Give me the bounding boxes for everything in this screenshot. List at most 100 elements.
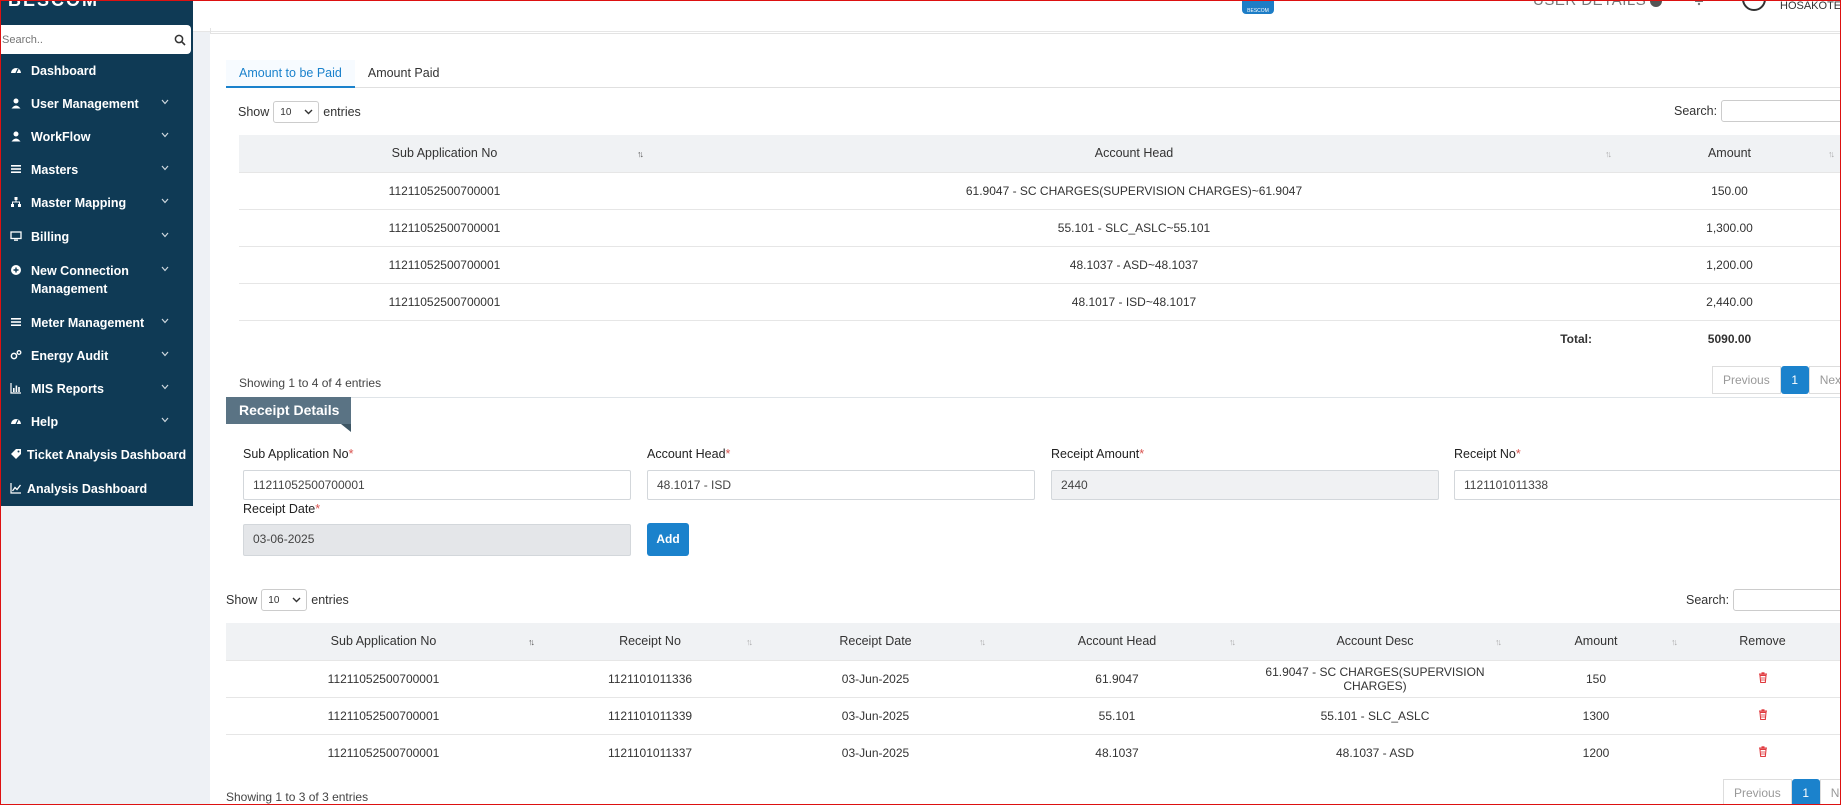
col-sub-application-no[interactable]: Sub Application No ↑↓ xyxy=(239,135,650,172)
sidebar-item-label: MIS Reports xyxy=(31,382,104,396)
sort-icon: ↑↓ xyxy=(1605,149,1612,159)
table1-pagination: Previous 1 Next xyxy=(1712,366,1841,394)
tab-amount-to-be-paid[interactable]: Amount to be Paid xyxy=(226,60,355,88)
previous-button[interactable]: Previous xyxy=(1723,779,1792,805)
receipt-no-label: Receipt No* xyxy=(1454,447,1521,461)
sidebar-item-master-mapping[interactable]: Master Mapping xyxy=(0,194,193,212)
col-account-head[interactable]: Account Head ↑↓ xyxy=(992,623,1242,660)
sidebar-item-user-management[interactable]: User Management xyxy=(0,95,193,113)
sidebar-item-masters[interactable]: Masters xyxy=(0,161,193,179)
cell-account-head: 61.9047 - SC CHARGES(SUPERVISION CHARGES… xyxy=(650,171,1618,209)
trash-icon[interactable] xyxy=(1758,746,1768,757)
cell-receipt-no: 1121101011337 xyxy=(541,733,759,771)
sidebar-item-help[interactable]: Help xyxy=(0,413,193,431)
sidebar-item-billing[interactable]: Billing xyxy=(0,228,193,246)
cell-account-desc: 48.1037 - ASD xyxy=(1242,733,1508,771)
sub-app-label: Sub Application No* xyxy=(243,447,354,461)
cell-account-head: 48.1037 xyxy=(992,733,1242,771)
col-amount[interactable]: Amount ↑↓ xyxy=(1508,623,1684,660)
cell-receipt-no: 1121101011339 xyxy=(541,696,759,734)
remove-cell xyxy=(1684,733,1841,771)
payment-tabs: Amount to be Paid Amount Paid xyxy=(226,60,1841,88)
logo-text: BESCOM xyxy=(1247,8,1269,14)
sidebar-item-analysis-dashboard[interactable]: Analysis Dashboard xyxy=(0,480,193,498)
previous-button[interactable]: Previous xyxy=(1712,366,1781,394)
col-account-desc[interactable]: Account Desc ↑↓ xyxy=(1242,623,1508,660)
sidebar-item-label: Billing xyxy=(31,230,70,244)
table2-search-input[interactable] xyxy=(1733,589,1841,611)
receipt-amount-field[interactable]: 2440 xyxy=(1051,470,1439,500)
col-receipt-date[interactable]: Receipt Date ↑↓ xyxy=(759,623,992,660)
chevron-down-icon xyxy=(161,132,171,138)
required-mark: * xyxy=(315,502,321,516)
sidebar-search[interactable] xyxy=(0,25,191,54)
search-icon[interactable] xyxy=(169,29,191,51)
col-receipt-no[interactable]: Receipt No ↑↓ xyxy=(541,623,759,660)
receipts-table: Sub Application No ↑↓ Receipt No ↑↓ Receip… xyxy=(226,623,1841,771)
sidebar-item-energy-audit[interactable]: Energy Audit xyxy=(0,347,193,365)
sidebar-item-ticket-analysis-dashboard[interactable]: Ticket Analysis Dashboard xyxy=(0,446,193,464)
page-1-button[interactable]: 1 xyxy=(1791,779,1820,805)
tag-icon xyxy=(9,447,23,461)
location-label: HOSAKOTE xyxy=(1780,0,1841,12)
receipt-date-field[interactable]: 03-06-2025 xyxy=(243,524,631,556)
receipt-no-field[interactable]: 1121101011338 xyxy=(1454,470,1841,500)
add-button[interactable]: Add xyxy=(647,523,689,556)
sidebar-item-meter-management[interactable]: Meter Management xyxy=(0,314,193,332)
label-text: Receipt No xyxy=(1454,447,1516,461)
page-1-button[interactable]: 1 xyxy=(1780,366,1809,394)
table1-search-input[interactable] xyxy=(1721,100,1841,122)
sidebar-item-label: New Connection Management xyxy=(31,264,129,296)
table-row: 11211052500700001 48.1017 - ISD~48.1017 2,… xyxy=(239,282,1841,320)
section-divider xyxy=(226,397,1841,398)
bar-chart-icon xyxy=(9,381,23,395)
cell-sub-application-no: 11211052500700001 xyxy=(239,245,650,283)
trash-icon[interactable] xyxy=(1758,671,1768,683)
account-head-field[interactable]: 48.1017 - ISD xyxy=(647,470,1035,500)
table2-pagination: Previous 1 Next xyxy=(1723,779,1841,805)
cell-sub-application-no: 11211052500700001 xyxy=(226,696,541,734)
sidebar-search-input[interactable] xyxy=(0,25,169,54)
trash-icon[interactable] xyxy=(1758,708,1768,720)
tab-amount-paid[interactable]: Amount Paid xyxy=(355,60,453,88)
user-details-menu[interactable]: USER DETAILS xyxy=(1533,0,1663,9)
line-chart-icon xyxy=(9,481,23,495)
table1-info: Showing 1 to 4 of 4 entries xyxy=(239,376,382,390)
bell-icon[interactable] xyxy=(1693,0,1705,6)
sort-icon: ↑↓ xyxy=(1828,149,1835,159)
sitemap-icon xyxy=(9,195,23,209)
sidebar: BESCOM Dashboard User Management WorkFlow M… xyxy=(0,0,193,506)
sub-app-field[interactable]: 11211052500700001 xyxy=(243,470,631,500)
chevron-down-icon xyxy=(292,597,301,603)
col-remove: Remove xyxy=(1684,623,1841,660)
sidebar-item-label: Master Mapping xyxy=(31,196,127,210)
cell-sub-application-no: 11211052500700001 xyxy=(226,659,541,697)
table2-search: Search: xyxy=(1686,589,1841,611)
chevron-down-icon xyxy=(161,165,171,171)
table2-info: Showing 1 to 3 of 3 entries xyxy=(226,790,369,804)
col-label: Account Desc xyxy=(1336,634,1414,649)
table1-page-size-select[interactable]: 10 xyxy=(273,101,320,123)
chevron-down-icon xyxy=(161,318,171,324)
next-button[interactable]: Next xyxy=(1819,779,1841,805)
sidebar-item-dashboard[interactable]: Dashboard xyxy=(0,62,193,80)
sidebar-item-label: Help xyxy=(31,415,59,429)
col-account-head[interactable]: Account Head ↑↓ xyxy=(650,135,1618,172)
next-button[interactable]: Next xyxy=(1808,366,1841,394)
page-size-value: 10 xyxy=(280,106,292,118)
user-details-label: USER DETAILS xyxy=(1533,0,1647,9)
total-row: Total: 5090.00 xyxy=(239,319,1841,357)
cogs-icon xyxy=(9,348,23,362)
avatar[interactable] xyxy=(1742,0,1766,11)
col-sub-application-no[interactable]: Sub Application No ↑↓ xyxy=(226,623,541,660)
remove-cell xyxy=(1684,696,1841,734)
sidebar-item-mis-reports[interactable]: MIS Reports xyxy=(0,380,193,398)
show-label: Show xyxy=(226,593,258,607)
table2-page-size-select[interactable]: 10 xyxy=(261,589,308,611)
sidebar-item-workflow[interactable]: WorkFlow xyxy=(0,128,193,146)
sidebar-item-new-connection-management[interactable]: New Connection Management xyxy=(0,262,193,298)
cell-account-desc: 55.101 - SLC_ASLC xyxy=(1242,696,1508,734)
sort-asc-icon: ↑↓ xyxy=(528,637,535,647)
col-amount[interactable]: Amount ↑↓ xyxy=(1618,135,1841,172)
cell-amount: 150 xyxy=(1508,659,1684,697)
